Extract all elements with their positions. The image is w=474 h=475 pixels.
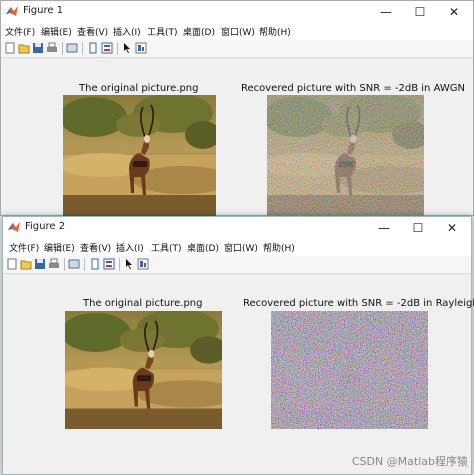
menu-window[interactable]: 窗口(W) — [221, 25, 255, 38]
menu-insert[interactable]: 插入(I) — [116, 241, 144, 254]
figure-2-window: Figure 2 — ☐ ✕ 文件(F) 编辑(E) 查看(V) 插入(I) 工… — [2, 216, 474, 475]
toolbar-separator — [62, 42, 63, 55]
figure-canvas: The original picture.png Recovered pictu… — [3, 274, 474, 474]
figure-canvas: The original picture.png Recovered pictu… — [1, 58, 473, 216]
menu-help[interactable]: 帮助(H) — [263, 241, 295, 254]
print-preview-icon[interactable] — [66, 42, 78, 54]
open-file-icon[interactable] — [18, 42, 30, 54]
watermark: CSDN @Matlab程序猿 — [351, 455, 468, 468]
open-file-icon[interactable] — [20, 258, 32, 270]
left-axis-title: The original picture.png — [79, 83, 199, 94]
original-image — [63, 95, 216, 216]
save-icon[interactable] — [34, 258, 46, 270]
menu-view[interactable]: 查看(V) — [80, 241, 111, 254]
print-icon[interactable] — [46, 42, 58, 54]
pointer-icon[interactable] — [121, 42, 133, 54]
minimize-button[interactable]: — — [367, 217, 401, 239]
menu-help[interactable]: 帮助(H) — [259, 25, 291, 38]
menu-edit[interactable]: 编辑(E) — [41, 25, 72, 38]
plot-tools-icon[interactable] — [137, 258, 149, 270]
maximize-button[interactable]: ☐ — [401, 217, 435, 239]
maximize-button[interactable]: ☐ — [403, 1, 437, 23]
toolbar-separator — [64, 258, 65, 271]
print-preview-icon[interactable] — [68, 258, 80, 270]
figure-1-window: Figure 1 — ☐ ✕ 文件(F) 编辑(E) 查看(V) 插入(I) 工… — [0, 0, 474, 216]
right-axis-title: Recovered picture with SNR = -2dB in Ray… — [243, 298, 474, 309]
menu-bar: 文件(F) 编辑(E) 查看(V) 插入(I) 工具(T) 桌面(D) 窗口(W… — [1, 23, 473, 40]
rayleigh-recovered-image — [271, 311, 428, 429]
window-title: Figure 1 — [23, 5, 64, 16]
matlab-logo-icon — [8, 222, 20, 232]
menu-desktop[interactable]: 桌面(D) — [187, 241, 219, 254]
toolbar-separator — [84, 258, 85, 271]
toolbar — [3, 256, 471, 274]
menu-desktop[interactable]: 桌面(D) — [183, 25, 215, 38]
awgn-recovered-image — [267, 95, 424, 216]
property-editor-icon[interactable] — [101, 42, 113, 54]
left-axis-title: The original picture.png — [83, 298, 203, 309]
print-icon[interactable] — [48, 258, 60, 270]
plot-tools-icon[interactable] — [135, 42, 147, 54]
property-editor-icon[interactable] — [103, 258, 115, 270]
toolbar-separator — [119, 258, 120, 271]
menu-insert[interactable]: 插入(I) — [113, 25, 141, 38]
menu-tools[interactable]: 工具(T) — [147, 25, 178, 38]
window-title: Figure 2 — [25, 221, 66, 232]
new-figure-icon[interactable] — [4, 42, 16, 54]
save-icon[interactable] — [32, 42, 44, 54]
title-bar[interactable]: Figure 1 — ☐ ✕ — [1, 1, 473, 23]
pointer-icon[interactable] — [123, 258, 135, 270]
close-button[interactable]: ✕ — [435, 217, 469, 239]
menu-file[interactable]: 文件(F) — [9, 241, 39, 254]
menu-window[interactable]: 窗口(W) — [224, 241, 258, 254]
close-button[interactable]: ✕ — [437, 1, 471, 23]
dock-icon[interactable] — [87, 42, 99, 54]
menu-bar: 文件(F) 编辑(E) 查看(V) 插入(I) 工具(T) 桌面(D) 窗口(W… — [3, 239, 471, 256]
toolbar — [1, 40, 473, 58]
new-figure-icon[interactable] — [6, 258, 18, 270]
toolbar-separator — [82, 42, 83, 55]
right-axis-title: Recovered picture with SNR = -2dB in AWG… — [241, 83, 465, 94]
menu-edit[interactable]: 编辑(E) — [44, 241, 75, 254]
toolbar-separator — [117, 42, 118, 55]
original-image — [65, 311, 222, 429]
menu-file[interactable]: 文件(F) — [5, 25, 35, 38]
menu-view[interactable]: 查看(V) — [77, 25, 108, 38]
matlab-logo-icon — [6, 6, 18, 16]
title-bar[interactable]: Figure 2 — ☐ ✕ — [3, 217, 471, 239]
dock-icon[interactable] — [89, 258, 101, 270]
minimize-button[interactable]: — — [369, 1, 403, 23]
menu-tools[interactable]: 工具(T) — [151, 241, 182, 254]
